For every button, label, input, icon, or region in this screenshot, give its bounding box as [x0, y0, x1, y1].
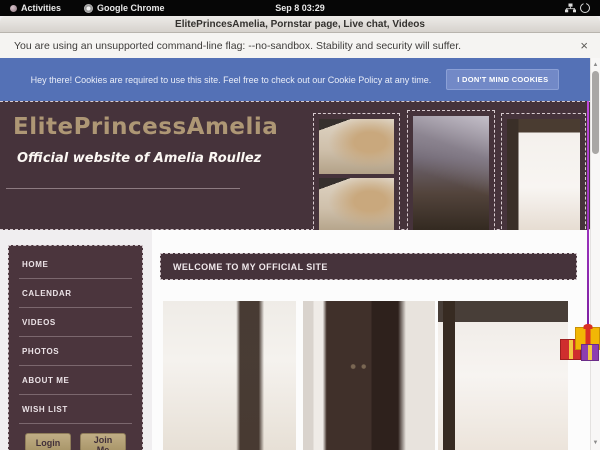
gift-ribbon	[587, 101, 589, 333]
scrollbar-thumb[interactable]	[592, 71, 599, 154]
sidebar-item-photos[interactable]: PHOTOS	[19, 337, 132, 366]
welcome-heading: WELCOME TO MY OFFICIAL SITE	[173, 262, 328, 272]
browser-scrollbar[interactable]: ▲ ▼	[590, 58, 600, 450]
clock-menu[interactable]: Sep 8 03:29	[0, 0, 600, 16]
site-logo[interactable]: ElitePrincessAmelia	[13, 114, 278, 140]
join-me-button[interactable]: Join Me	[80, 433, 126, 450]
sidebar-buttons: Login Join Me	[19, 433, 132, 450]
desktop-top-bar: Activities Google Chrome Sep 8 03:29	[0, 0, 600, 16]
cookie-banner: Hey there! Cookies are required to use t…	[0, 58, 590, 101]
sidebar-item-about-me[interactable]: ABOUT ME	[19, 366, 132, 395]
header-gallery-thumb-2[interactable]	[407, 110, 495, 241]
sidebar-item-home[interactable]: HOME	[19, 250, 132, 279]
sidebar-item-wish-list[interactable]: WISH LIST	[19, 395, 132, 424]
header-gallery-thumb-3[interactable]	[501, 113, 586, 239]
site-header: ElitePrincessAmelia Official website of …	[0, 101, 590, 230]
clock-label: Sep 8 03:29	[275, 3, 325, 13]
gallery-photo	[319, 178, 394, 233]
gifts-widget[interactable]	[558, 325, 600, 365]
system-tray[interactable]	[565, 0, 590, 16]
cookie-message: Hey there! Cookies are required to use t…	[31, 75, 432, 85]
infobar-message: You are using an unsupported command-lin…	[14, 33, 461, 58]
network-icon	[565, 3, 576, 13]
scrollbar-up-icon[interactable]: ▲	[591, 61, 600, 69]
sidebar-item-videos[interactable]: VIDEOS	[19, 308, 132, 337]
gallery-photo	[319, 119, 394, 174]
cookie-accept-button[interactable]: I DON'T MIND COOKIES	[446, 69, 559, 90]
welcome-banner: WELCOME TO MY OFFICIAL SITE	[160, 253, 577, 280]
sidebar: HOME CALENDAR VIDEOS PHOTOS ABOUT ME WIS…	[8, 245, 143, 450]
sidebar-item-calendar[interactable]: CALENDAR	[19, 279, 132, 308]
window-title: ElitePrincesAmelia, Pornstar page, Live …	[175, 19, 425, 30]
photo-thumbnail-2[interactable]	[303, 301, 435, 450]
gallery-photo	[507, 119, 580, 233]
sidebar-nav: HOME CALENDAR VIDEOS PHOTOS ABOUT ME WIS…	[19, 250, 132, 424]
window-title-bar[interactable]: ElitePrincesAmelia, Pornstar page, Live …	[0, 16, 600, 33]
power-icon	[580, 3, 590, 13]
login-button[interactable]: Login	[25, 433, 71, 450]
infobar-close-icon[interactable]: ×	[580, 33, 588, 58]
header-divider	[6, 188, 240, 189]
photo-thumbnail-1[interactable]	[163, 301, 296, 450]
chrome-infobar: You are using an unsupported command-lin…	[0, 33, 600, 58]
gallery-photo	[413, 116, 489, 235]
header-gallery-thumb-1[interactable]	[313, 113, 400, 239]
screen: Activities Google Chrome Sep 8 03:29 Eli…	[0, 0, 600, 450]
photo-thumbnail-3[interactable]	[438, 301, 568, 450]
site-tagline: Official website of Amelia Roullez	[17, 151, 261, 166]
scrollbar-down-icon[interactable]: ▼	[591, 439, 600, 447]
gift-box-purple-icon	[581, 344, 599, 361]
